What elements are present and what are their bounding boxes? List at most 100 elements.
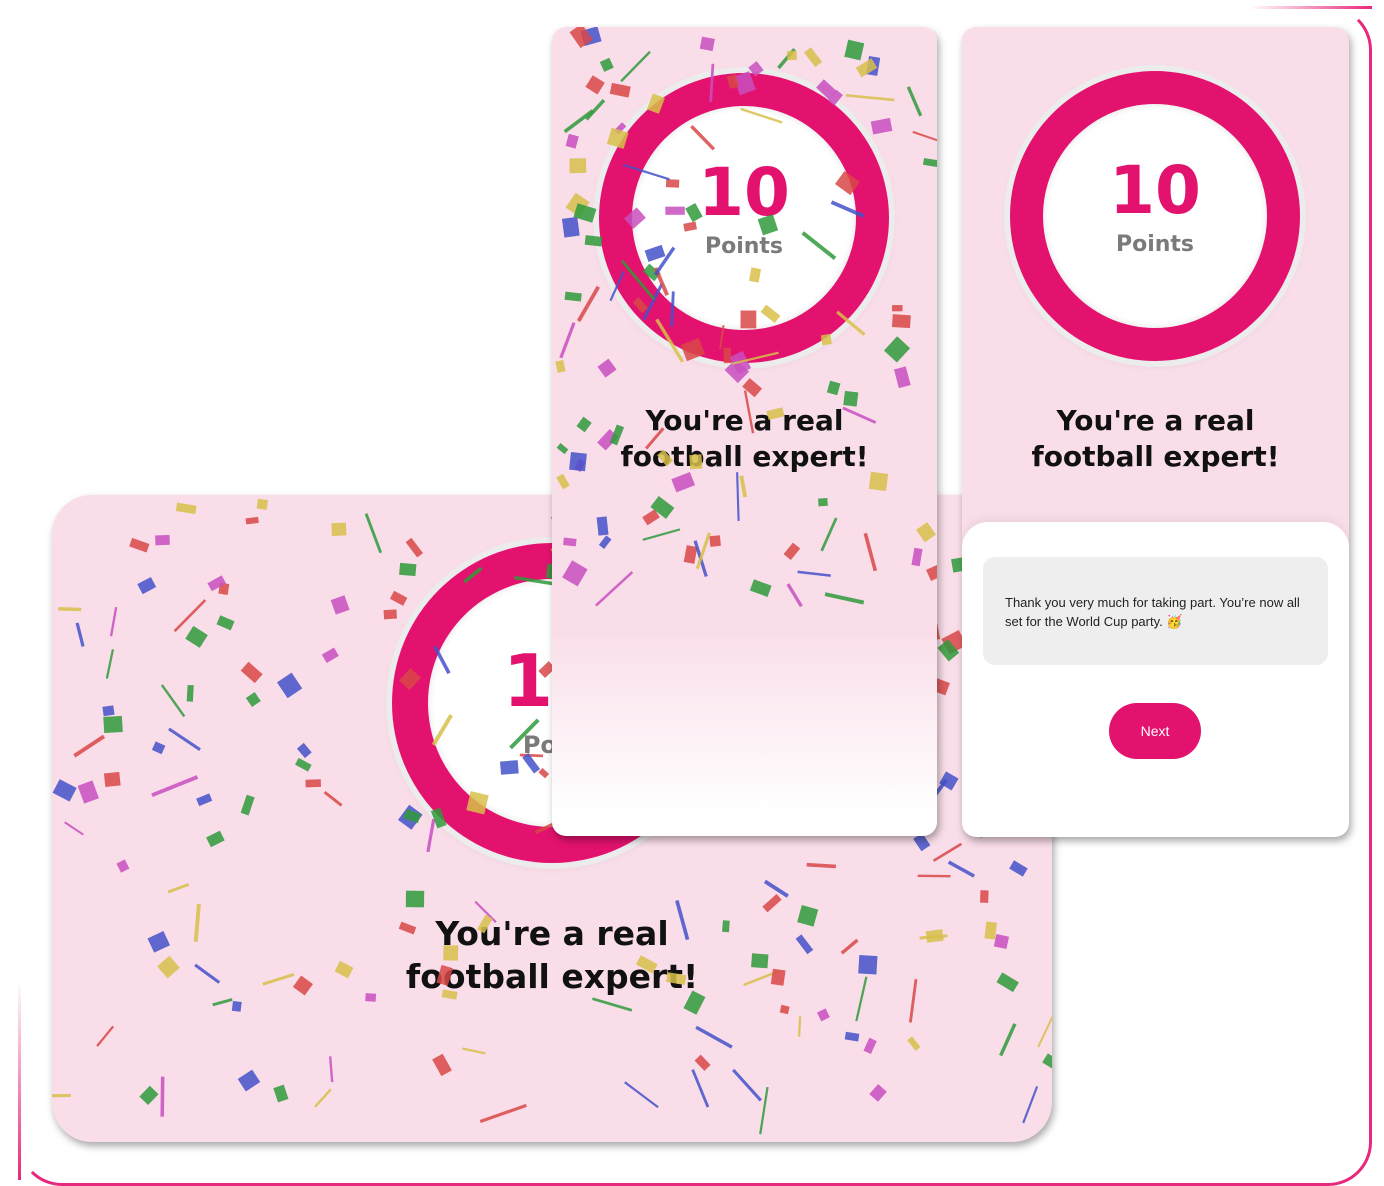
confetti-piece bbox=[576, 285, 600, 322]
result-bottom-panel: Thank you very much for taking part. You… bbox=[962, 522, 1349, 837]
confetti-piece bbox=[75, 622, 85, 647]
confetti-piece bbox=[389, 590, 408, 606]
confetti-piece bbox=[426, 818, 436, 853]
confetti-piece bbox=[194, 963, 221, 984]
confetti-piece bbox=[565, 133, 579, 149]
confetti-piece bbox=[64, 821, 84, 836]
confetti-piece bbox=[364, 513, 383, 554]
confetti-piece bbox=[820, 517, 838, 552]
confetti-piece bbox=[262, 973, 295, 986]
confetti-piece bbox=[759, 1086, 769, 1135]
confetti-piece bbox=[212, 998, 233, 1007]
confetti-piece bbox=[573, 203, 597, 223]
confetti-piece bbox=[642, 528, 681, 541]
confetti-piece bbox=[334, 960, 354, 979]
confetti-piece bbox=[883, 336, 911, 363]
decorative-frame-left bbox=[18, 980, 21, 1180]
confetti-piece bbox=[231, 1000, 242, 1012]
confetti-piece bbox=[840, 938, 859, 955]
confetti-piece bbox=[383, 609, 398, 620]
confetti-piece bbox=[699, 36, 715, 52]
confetti-piece bbox=[405, 890, 425, 908]
confetti-piece bbox=[980, 890, 989, 903]
confetti-piece bbox=[193, 903, 201, 942]
confetti-piece bbox=[845, 93, 895, 102]
confetti-piece bbox=[777, 47, 796, 70]
confetti-piece bbox=[751, 953, 769, 969]
confetti-piece bbox=[787, 50, 797, 61]
headline-line-2: football expert! bbox=[620, 440, 869, 474]
confetti-piece bbox=[911, 547, 923, 567]
confetti-piece bbox=[52, 1093, 71, 1098]
confetti-piece bbox=[1042, 1053, 1052, 1071]
confetti-piece bbox=[783, 542, 801, 561]
thank-you-message: Thank you very much for taking part. You… bbox=[1005, 595, 1300, 629]
confetti-piece bbox=[595, 571, 634, 607]
confetti-piece bbox=[984, 921, 997, 940]
confetti-piece bbox=[855, 58, 878, 78]
confetti-piece bbox=[580, 27, 602, 47]
confetti-piece bbox=[891, 314, 911, 329]
confetti-piece bbox=[216, 615, 235, 631]
confetti-piece bbox=[816, 1008, 830, 1022]
confetti-piece bbox=[563, 109, 594, 134]
confetti-piece bbox=[147, 931, 171, 953]
confetti-piece bbox=[103, 715, 123, 734]
confetti-piece bbox=[599, 57, 614, 72]
confetti-piece bbox=[892, 305, 903, 312]
confetti-piece bbox=[314, 1088, 332, 1108]
confetti-piece bbox=[562, 560, 588, 587]
headline-line-2: football expert! bbox=[405, 956, 699, 996]
confetti-piece bbox=[709, 535, 721, 547]
result-card-mobile-confetti: 10 Points You're a real football expert! bbox=[552, 27, 937, 836]
confetti-piece bbox=[52, 779, 77, 802]
confetti-piece bbox=[139, 1085, 159, 1106]
confetti-piece bbox=[922, 158, 937, 168]
confetti-piece bbox=[797, 905, 819, 927]
confetti-piece bbox=[691, 1069, 710, 1108]
score-value: 10 bbox=[698, 154, 790, 231]
confetti-piece bbox=[937, 639, 960, 662]
confetti-piece bbox=[598, 535, 612, 549]
confetti-piece bbox=[321, 647, 339, 664]
confetti-piece bbox=[742, 377, 763, 398]
confetti-piece bbox=[240, 661, 263, 684]
confetti-piece bbox=[614, 122, 627, 135]
confetti-piece bbox=[462, 1047, 486, 1055]
confetti-piece bbox=[779, 1004, 790, 1015]
confetti-piece bbox=[237, 1069, 261, 1092]
confetti-piece bbox=[329, 1056, 334, 1083]
confetti-piece bbox=[770, 968, 786, 986]
confetti-piece bbox=[693, 540, 708, 577]
result-headline: You're a real football expert! bbox=[552, 403, 937, 476]
confetti-piece bbox=[585, 75, 605, 95]
confetti-piece bbox=[596, 516, 609, 536]
confetti-piece bbox=[323, 790, 343, 807]
next-button[interactable]: Next bbox=[1109, 703, 1201, 759]
confetti-piece bbox=[295, 757, 312, 772]
confetti-piece bbox=[105, 649, 115, 679]
result-card-mobile-final: 10 Points You're a real football expert!… bbox=[962, 27, 1349, 837]
confetti-piece bbox=[167, 883, 190, 894]
decorative-frame-top bbox=[1250, 6, 1372, 9]
confetti-piece bbox=[585, 98, 606, 121]
confetti-piece bbox=[695, 1025, 733, 1049]
confetti-piece bbox=[592, 997, 633, 1012]
confetti-piece bbox=[866, 55, 881, 76]
confetti-piece bbox=[137, 576, 157, 595]
result-headline: You're a real football expert! bbox=[962, 403, 1349, 476]
confetti-piece bbox=[173, 599, 207, 633]
confetti-piece bbox=[273, 1084, 289, 1103]
confetti-piece bbox=[824, 592, 865, 605]
score-ring: 10 Points bbox=[1010, 71, 1300, 361]
confetti-piece bbox=[175, 502, 197, 515]
headline-line-1: You're a real bbox=[435, 914, 669, 953]
confetti-piece bbox=[624, 1081, 659, 1109]
confetti-piece bbox=[207, 575, 227, 592]
confetti-piece bbox=[77, 780, 99, 804]
headline-line-1: You're a real bbox=[1056, 404, 1255, 437]
confetti-piece bbox=[844, 1031, 860, 1042]
score-ring-inner: 10 Points bbox=[632, 106, 856, 330]
confetti-piece bbox=[129, 537, 150, 553]
confetti-piece bbox=[556, 473, 570, 490]
